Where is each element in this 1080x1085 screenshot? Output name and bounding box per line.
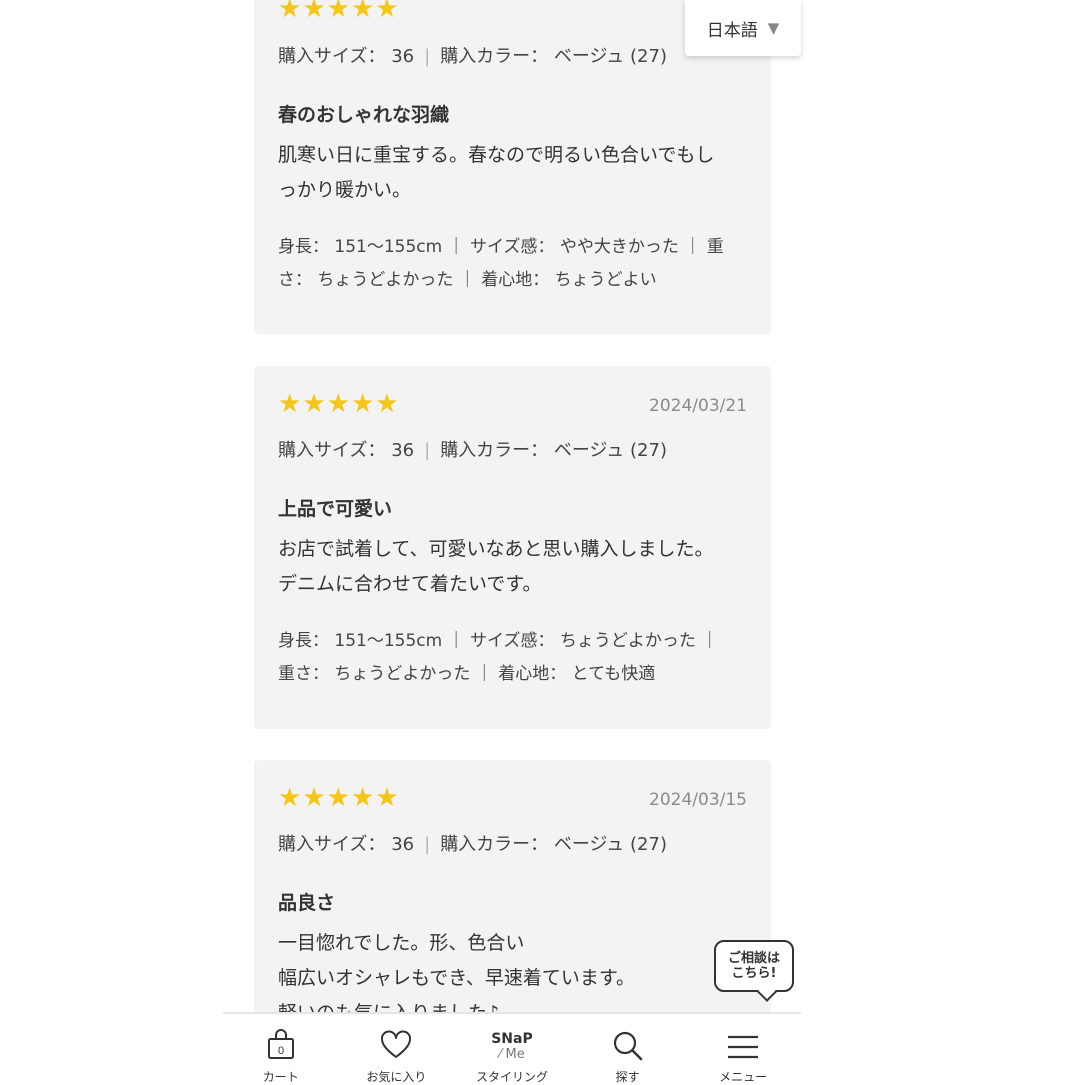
consult-line-1: ご相談は xyxy=(727,951,780,966)
star-icon: ★ xyxy=(278,389,301,419)
nav-cart-label: カート xyxy=(262,1070,299,1084)
review-attributes: 身長： 151〜155cm ｜ サイズ感： ちょうどよかった ｜ 重さ： ちょう… xyxy=(278,625,747,691)
star-icon: ★ xyxy=(278,783,301,813)
star-icon: ★ xyxy=(350,389,374,419)
review-body: お店で試着して、可愛いなあと思い購入しました。 デニムに合わせて着たいです。 xyxy=(278,532,747,602)
star-icon: ★ xyxy=(375,0,398,24)
bottom-nav: 0 カート お気に入り SNaP ⁄ Me スタイリング 探す メニュー xyxy=(223,1012,801,1085)
review-attributes-line: 重さ： ちょうどよかった ｜ 着心地： とても快適 xyxy=(278,664,656,684)
caret-down-icon: ▼ xyxy=(767,19,780,37)
purchase-size: 36 xyxy=(391,440,415,461)
nav-styling-label: スタイリング xyxy=(475,1070,548,1084)
purchase-color-label: 購入カラー： xyxy=(440,440,549,461)
heart-icon xyxy=(381,1030,412,1058)
star-icon: ★ xyxy=(350,783,374,813)
review-attributes-line: 身長： 151〜155cm ｜ サイズ感： やや大きかった ｜ 重 xyxy=(278,237,724,257)
language-label: 日本語 xyxy=(706,20,758,41)
rating-stars: ★ ★ ★ ★ ★ xyxy=(278,783,399,813)
review-card: ★ ★ ★ ★ ★ 2024/03/21 購入サイズ： 36 | 購入カラー： ベー… xyxy=(254,366,771,729)
rating-stars: ★ ★ ★ ★ ★ xyxy=(278,389,399,419)
star-icon: ★ xyxy=(326,389,350,419)
star-icon: ★ xyxy=(302,389,325,419)
star-icon: ★ xyxy=(375,389,398,419)
review-title: 品良さ xyxy=(278,892,336,914)
purchase-size-label: 購入サイズ： xyxy=(278,46,386,67)
rating-stars: ★ ★ ★ ★ ★ xyxy=(278,0,399,24)
snap-logo-top: SNaP xyxy=(491,1031,533,1047)
purchase-color-label: 購入カラー： xyxy=(440,834,549,855)
review-attributes-line: さ： ちょうどよかった ｜ 着心地： ちょうどよい xyxy=(278,270,657,290)
review-date: 2024/03/15 xyxy=(649,790,747,810)
star-icon: ★ xyxy=(302,783,325,813)
star-icon: ★ xyxy=(350,0,374,24)
separator: | xyxy=(424,440,431,461)
review-body-line: っかり暖かい。 xyxy=(278,179,412,201)
purchase-color: ベージュ (27) xyxy=(553,834,667,855)
consult-line-2: こちら! xyxy=(731,966,777,981)
review-body-line: 幅広いオシャレもでき、早速着ています。 xyxy=(278,967,636,989)
purchase-info: 購入サイズ： 36 | 購入カラー： ベージュ (27) xyxy=(278,830,667,856)
purchase-info: 購入サイズ： 36 | 購入カラー： ベージュ (27) xyxy=(278,42,667,68)
star-icon: ★ xyxy=(278,0,301,24)
cart-count: 0 xyxy=(278,1045,284,1057)
purchase-info: 購入サイズ： 36 | 購入カラー： ベージュ (27) xyxy=(278,436,667,462)
review-title: 上品で可愛い xyxy=(278,498,393,520)
language-selector[interactable]: 日本語 ▼ xyxy=(685,0,801,56)
nav-styling[interactable]: SNaP ⁄ Me スタイリング xyxy=(454,1014,570,1085)
nav-cart[interactable]: 0 カート xyxy=(223,1014,339,1084)
nav-favorites[interactable]: お気に入り xyxy=(339,1014,455,1084)
consult-chat-button[interactable]: ご相談は こちら! xyxy=(714,940,794,992)
separator: | xyxy=(424,46,431,67)
snap-me-logo: SNaP ⁄ Me xyxy=(454,1031,570,1063)
purchase-color: ベージュ (27) xyxy=(553,46,667,67)
review-body-line: 一目惚れでした。形、色合い xyxy=(278,932,525,954)
purchase-color-label: 購入カラー： xyxy=(440,46,549,67)
nav-search[interactable]: 探す xyxy=(570,1014,686,1084)
nav-search-label: 探す xyxy=(615,1070,640,1084)
review-title: 春のおしゃれな羽織 xyxy=(278,104,450,126)
hamburger-menu-icon xyxy=(728,1035,759,1059)
review-body-line: お店で試着して、可愛いなあと思い購入しました。 xyxy=(278,538,714,560)
purchase-size-label: 購入サイズ： xyxy=(278,440,386,461)
review-attributes: 身長： 151〜155cm ｜ サイズ感： やや大きかった ｜ 重 さ： ちょう… xyxy=(278,231,747,297)
nav-favorites-label: お気に入り xyxy=(366,1070,427,1084)
purchase-color: ベージュ (27) xyxy=(553,440,667,461)
nav-menu-label: メニュー xyxy=(719,1070,768,1084)
review-body-line: デニムに合わせて着たいです。 xyxy=(278,573,542,595)
search-icon xyxy=(613,1031,642,1061)
star-icon: ★ xyxy=(375,783,398,813)
star-icon: ★ xyxy=(302,0,325,24)
star-icon: ★ xyxy=(326,0,350,24)
review-body: 肌寒い日に重宝する。春なので明るい色合いでもし っかり暖かい。 xyxy=(278,138,747,208)
purchase-size: 36 xyxy=(391,46,415,67)
review-body-line: 肌寒い日に重宝する。春なので明るい色合いでもし xyxy=(278,144,715,166)
review-date: 2024/03/21 xyxy=(649,396,747,416)
nav-menu[interactable]: メニュー xyxy=(685,1014,801,1084)
review-attributes-line: 身長： 151〜155cm ｜ サイズ感： ちょうどよかった ｜ xyxy=(278,631,719,651)
separator: | xyxy=(424,834,431,855)
star-icon: ★ xyxy=(326,783,350,813)
purchase-size: 36 xyxy=(391,834,415,855)
purchase-size-label: 購入サイズ： xyxy=(278,834,386,855)
cart-bag-icon: 0 xyxy=(267,1029,294,1059)
snap-logo-bottom: ⁄ Me xyxy=(499,1047,525,1062)
